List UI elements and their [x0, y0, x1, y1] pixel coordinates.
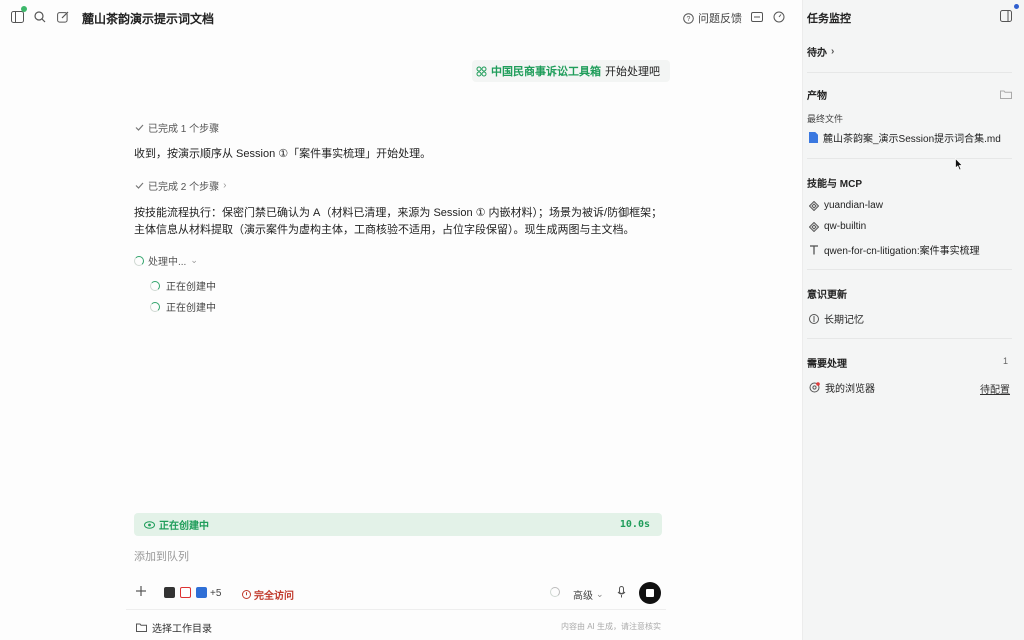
todo-section-toggle[interactable]: 待办 ›	[807, 44, 834, 59]
browser-icon	[809, 382, 820, 393]
search-icon[interactable]	[32, 9, 48, 25]
notification-dot	[1014, 4, 1019, 9]
full-access-label: 完全访问	[254, 591, 294, 602]
skill-item[interactable]: qwen-for-cn-litigation:案件事实梳理	[809, 242, 980, 257]
browser-label: 我的浏览器	[825, 384, 875, 395]
chat-area: 麓山茶韵演示提示词文档 ? 问题反馈 中国民商事诉讼工具箱 开始处理吧 已完成 …	[0, 0, 803, 640]
new-chat-icon[interactable]	[55, 9, 71, 25]
chevron-down-icon: ⌄	[596, 589, 604, 599]
toolbox-icon	[476, 66, 487, 76]
plugin-icon[interactable]	[164, 587, 175, 598]
step-label: 已完成 1 个步骤	[148, 124, 220, 135]
elapsed-time: 10.0s	[619, 519, 650, 530]
top-bar: 麓山茶韵演示提示词文档 ? 问题反馈	[0, 0, 803, 34]
document-icon	[809, 132, 818, 143]
info-icon	[242, 590, 251, 599]
completed-steps-toggle[interactable]: 已完成 1 个步骤	[135, 120, 219, 135]
divider	[807, 158, 1012, 159]
subtask-label: 正在创建中	[166, 303, 216, 314]
model-level-select[interactable]: 高级 ⌄	[573, 587, 604, 602]
user-message: 中国民商事诉讼工具箱 开始处理吧	[472, 60, 670, 82]
spinner-icon	[150, 301, 160, 312]
help-icon: ?	[683, 12, 694, 24]
spinner-icon	[150, 280, 160, 291]
feedback-label: 问题反馈	[698, 13, 742, 25]
check-icon	[135, 124, 144, 131]
terminal-icon[interactable]	[749, 9, 765, 25]
subtask-item: 正在创建中	[150, 278, 216, 293]
folder-icon[interactable]	[1000, 88, 1012, 102]
toolbox-name[interactable]: 中国民商事诉讼工具箱	[491, 63, 601, 79]
artifact-file[interactable]: 麓山茶韵案_演示Session提示词合集.md	[809, 130, 1001, 145]
divider	[126, 609, 666, 610]
skill-name: qwen-for-cn-litigation:案件事实梳理	[824, 246, 980, 257]
memory-label: 长期记忆	[824, 315, 864, 326]
ai-disclaimer: 内容由 AI 生成，请注意核实	[561, 622, 662, 631]
browser-item[interactable]: 我的浏览器	[809, 380, 875, 395]
processing-toggle[interactable]: 处理中... ⌄	[134, 253, 198, 268]
running-status-bar: 正在创建中 10.0s	[134, 513, 662, 536]
memory-item[interactable]: 长期记忆	[809, 311, 864, 326]
status-label: 正在创建中	[159, 521, 209, 532]
app-icon[interactable]	[196, 587, 207, 598]
step-label: 已完成 2 个步骤	[148, 182, 220, 193]
final-files-label: 最终文件	[807, 114, 844, 124]
online-indicator	[21, 6, 27, 12]
panel-title: 任务监控	[807, 13, 851, 25]
memory-icon	[809, 313, 819, 324]
chevron-right-icon: ›	[831, 46, 835, 57]
folder-icon	[136, 623, 147, 632]
workdir-label: 选择工作目录	[152, 624, 212, 635]
more-plugins-count[interactable]: +5	[210, 588, 221, 599]
chevron-right-icon: ›	[223, 180, 227, 191]
mouse-cursor-icon	[955, 158, 963, 171]
user-message-text: 开始处理吧	[605, 66, 660, 78]
configure-link[interactable]: 待配置	[980, 381, 1010, 396]
timer-icon[interactable]	[771, 9, 787, 25]
processing-label: 处理中...	[148, 257, 187, 268]
divider	[807, 269, 1012, 270]
queue-input[interactable]: 添加到队列	[134, 548, 189, 564]
memory-heading: 意识更新	[807, 290, 847, 301]
skills-heading: 技能与 MCP	[807, 179, 862, 190]
completed-steps-toggle[interactable]: 已完成 2 个步骤 ›	[135, 178, 226, 193]
needs-heading: 需要处理	[807, 359, 847, 370]
subtask-item: 正在创建中	[150, 299, 216, 314]
assistant-message: 按技能流程执行：保密门禁已确认为 A（材料已清理，来源为 Session ① 内…	[134, 207, 663, 236]
artifacts-heading: 产物	[807, 91, 827, 102]
loading-icon	[550, 587, 560, 597]
check-icon	[135, 182, 144, 189]
todo-label: 待办	[807, 48, 827, 59]
divider	[807, 338, 1012, 339]
skill-icon	[809, 221, 819, 232]
skill-name: yuandian-law	[824, 200, 883, 211]
add-attachment-icon[interactable]	[136, 586, 146, 596]
document-title: 麓山茶韵演示提示词文档	[82, 12, 215, 26]
divider	[807, 72, 1012, 73]
svg-text:?: ?	[687, 16, 691, 23]
eye-icon	[144, 520, 155, 529]
model-level-label: 高级	[573, 591, 593, 602]
full-access-button[interactable]: 完全访问	[242, 587, 294, 602]
subtask-label: 正在创建中	[166, 282, 216, 293]
feedback-button[interactable]: ? 问题反馈	[683, 10, 742, 26]
skill-item[interactable]: yuandian-law	[809, 200, 883, 211]
select-workdir-button[interactable]: 选择工作目录	[136, 620, 212, 635]
calendar-icon[interactable]	[180, 587, 191, 598]
skill-name: qw-builtin	[824, 221, 867, 232]
task-monitor-panel: 任务监控 待办 › 产物 最终文件 麓山茶韵案_演示Session提示词合集.m…	[803, 0, 1024, 640]
stop-button[interactable]	[639, 582, 661, 604]
needs-count: 1	[1002, 356, 1008, 366]
chevron-down-icon: ⌄	[190, 255, 198, 265]
spinner-icon	[134, 255, 144, 266]
microphone-icon[interactable]	[617, 586, 626, 598]
assistant-message: 收到，按演示顺序从 Session ①「案件事实梳理」开始处理。	[134, 148, 432, 160]
skill-icon	[809, 200, 819, 211]
panel-toggle-icon[interactable]	[1000, 10, 1012, 22]
skill-item[interactable]: qw-builtin	[809, 221, 866, 232]
text-tool-icon	[810, 244, 818, 254]
file-name: 麓山茶韵案_演示Session提示词合集.md	[823, 134, 1001, 145]
